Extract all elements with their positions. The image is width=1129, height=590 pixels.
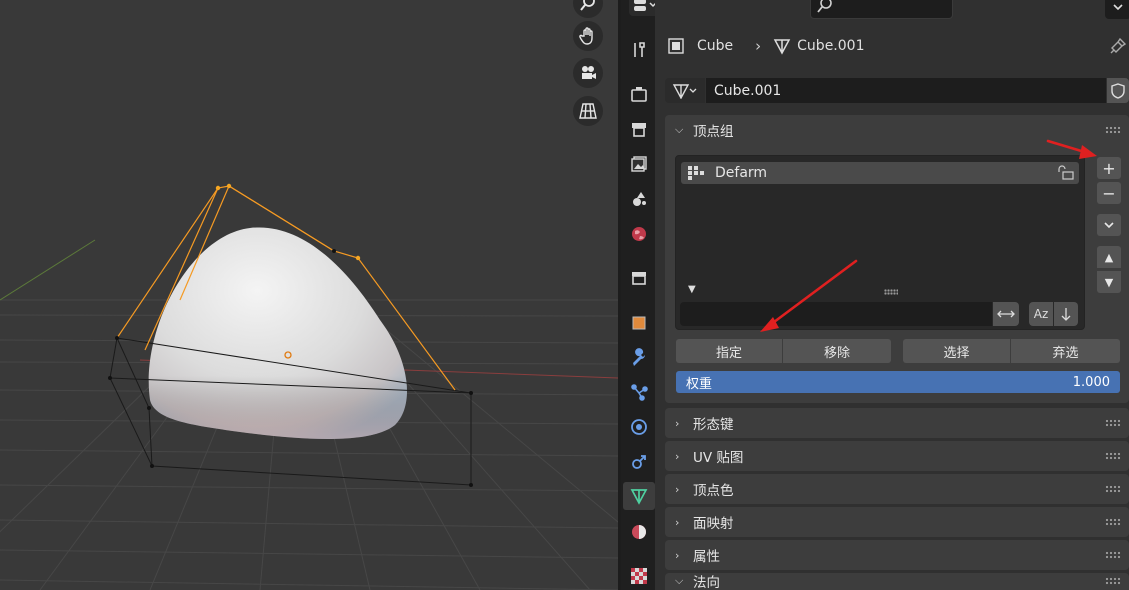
remove-vertex-group-button[interactable]: − [1097,182,1121,204]
options-dropdown-button[interactable] [1105,0,1129,19]
pin-icon[interactable] [1109,37,1127,55]
sort-reverse-button[interactable] [1054,302,1078,326]
panel-title: 法向 [693,575,720,590]
world-icon[interactable] [625,220,653,248]
physics-icon[interactable] [625,413,653,441]
move-up-button[interactable]: ▲ [1097,246,1121,268]
remove-button[interactable]: 移除 [783,339,891,363]
view-layer-icon[interactable] [625,150,653,178]
mesh-datablock-selector: Cube.001 [665,78,1129,103]
properties-tabs [621,0,663,590]
breadcrumb-object: Cube [697,38,734,54]
move-down-button[interactable]: ▼ [1097,271,1121,293]
search-icon [817,0,832,13]
panel-title: UV 贴图 [693,450,744,466]
add-vertex-group-button[interactable]: + [1097,157,1121,179]
sort-alpha-button[interactable]: Aᴢ [1029,302,1053,326]
properties-editor: Cube › Cube.001 Cube.001 ⌵ 顶点组 Defarm ▼ [655,0,1129,590]
resize-handle-icon[interactable] [884,289,898,295]
vertex-groups-header[interactable]: ⌵ 顶点组 [665,115,1129,145]
drag-handle-icon[interactable] [1105,452,1121,460]
specials-menu-button[interactable] [1097,214,1121,236]
chevron-down-icon: ⌵ [675,123,684,136]
panel-title: 形态键 [693,417,734,433]
breadcrumb-separator-icon: › [755,37,762,55]
constraints-icon[interactable] [625,448,653,476]
list-item[interactable]: Defarm [681,162,1079,184]
mesh-name-field[interactable]: Cube.001 [706,78,1106,103]
drag-handle-icon[interactable] [1105,551,1121,559]
weight-value: 1.000 [1072,374,1110,390]
fake-user-button[interactable] [1107,78,1129,103]
search-input[interactable] [810,0,953,19]
assign-button[interactable]: 指定 [676,339,782,363]
chevron-right-icon: › [675,548,680,562]
drag-handle-icon[interactable] [1105,419,1121,427]
arrow-down-icon [1061,308,1071,321]
render-icon[interactable] [625,80,653,108]
attributes-panel[interactable]: › 属性 [665,540,1129,570]
chevron-right-icon: › [675,515,680,529]
chevron-down-icon [1104,222,1114,229]
vertex-group-icon [688,166,704,180]
drag-handle-icon[interactable] [1105,126,1121,134]
object-icon[interactable] [625,309,653,337]
select-button[interactable]: 选择 [903,339,1010,363]
deselect-button[interactable]: 弃选 [1011,339,1120,363]
3d-viewport[interactable] [0,0,618,590]
breadcrumb-mesh: Cube.001 [797,38,865,54]
face-maps-panel[interactable]: › 面映射 [665,507,1129,537]
chevron-right-icon: › [675,449,680,463]
drag-handle-icon[interactable] [1105,577,1121,585]
vertex-colors-panel[interactable]: › 顶点色 [665,474,1129,504]
mesh-data-icon [672,83,697,99]
viewport-scene[interactable] [0,0,618,590]
mesh-data-icon [773,39,791,55]
filter-input[interactable] [680,302,992,326]
shape-keys-panel[interactable]: › 形态键 [665,408,1129,438]
scene-icon[interactable] [625,185,653,213]
tool-icon[interactable] [625,36,653,64]
drag-handle-icon[interactable] [1105,518,1121,526]
weight-slider[interactable]: 权重 1.000 [676,371,1120,393]
sort-alpha-icon: Aᴢ [1033,307,1049,321]
panel-title: 顶点组 [693,124,734,140]
drag-handle-icon[interactable] [1105,485,1121,493]
grid-icon[interactable] [573,96,603,126]
chevron-right-icon: › [675,416,680,430]
breadcrumb: Cube › Cube.001 [667,35,864,57]
browse-mesh-button[interactable] [665,78,705,103]
modifier-icon[interactable] [625,343,653,371]
camera-icon[interactable] [573,58,603,88]
material-icon[interactable] [625,518,653,546]
chevron-down-icon [1113,3,1123,10]
panel-title: 顶点色 [693,483,734,499]
normals-panel[interactable]: ⌵ 法向 [665,573,1129,590]
unlock-icon[interactable] [1057,165,1075,181]
panel-title: 面映射 [693,516,734,532]
uv-maps-panel[interactable]: › UV 贴图 [665,441,1129,471]
double-arrow-icon [997,310,1015,318]
texture-icon[interactable] [625,562,653,590]
particles-icon[interactable] [625,378,653,406]
properties-header [655,0,1129,22]
output-icon[interactable] [625,115,653,143]
panel-title: 属性 [693,549,720,565]
vertex-group-name: Defarm [715,165,768,181]
chevron-down-icon: ⌵ [675,574,684,587]
object-icon [668,38,684,54]
invert-filter-button[interactable] [993,302,1019,326]
vertex-groups-panel: ⌵ 顶点组 Defarm ▼ Aᴢ + − ▲ ▼ 指定 移除 选择 弃选 权重… [665,115,1129,403]
vertex-group-list[interactable]: Defarm ▼ Aᴢ [675,155,1085,330]
weight-label: 权重 [686,376,713,392]
filter-toggle-icon[interactable]: ▼ [688,284,696,295]
hand-pan-icon[interactable] [573,21,603,51]
y-axis-line [0,239,96,301]
collection-icon[interactable] [625,264,653,292]
mesh-data-icon[interactable] [623,482,655,510]
chevron-right-icon: › [675,482,680,496]
shield-icon [1111,82,1125,99]
